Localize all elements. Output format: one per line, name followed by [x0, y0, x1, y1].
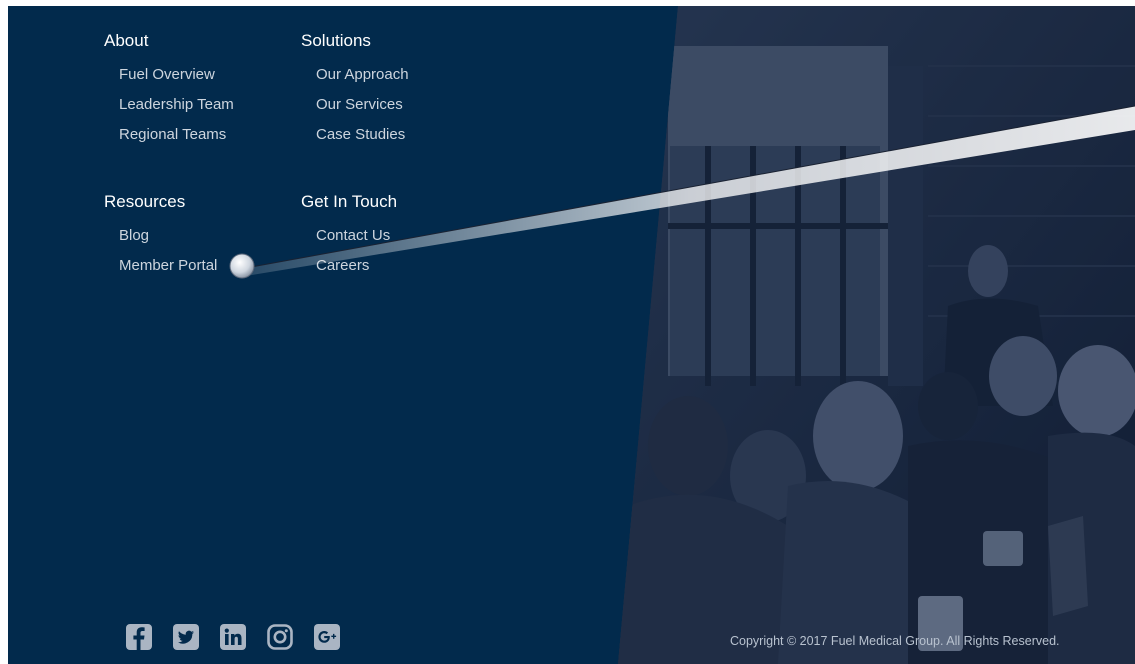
- link-our-services[interactable]: Our Services: [301, 95, 409, 125]
- footer-link-list: Contact Us Careers: [301, 226, 397, 286]
- link-blog[interactable]: Blog: [104, 226, 217, 256]
- footer-column-get-in-touch: Get In Touch Contact Us Careers: [301, 192, 397, 286]
- twitter-icon[interactable]: [173, 624, 199, 650]
- column-heading-resources: Resources: [104, 192, 186, 211]
- linkedin-icon[interactable]: [220, 624, 246, 650]
- copyright-text: Copyright © 2017 Fuel Medical Group. All…: [730, 634, 1060, 648]
- link-leadership-team[interactable]: Leadership Team: [104, 95, 234, 125]
- footer-column-about: About Fuel Overview Leadership Team Regi…: [104, 31, 234, 155]
- footer-link-list: Blog Member Portal: [104, 226, 217, 286]
- footer-link-list: Fuel Overview Leadership Team Regional T…: [104, 65, 234, 155]
- instagram-icon[interactable]: [267, 624, 293, 650]
- site-footer: About Fuel Overview Leadership Team Regi…: [8, 6, 1135, 664]
- footer-column-resources: Resources Blog Member Portal: [104, 192, 217, 286]
- link-regional-teams[interactable]: Regional Teams: [104, 125, 234, 155]
- link-careers[interactable]: Careers: [301, 256, 397, 286]
- link-member-portal[interactable]: Member Portal: [104, 256, 217, 286]
- link-our-approach[interactable]: Our Approach: [301, 65, 409, 95]
- link-case-studies[interactable]: Case Studies: [301, 125, 409, 155]
- facebook-icon[interactable]: [126, 624, 152, 650]
- link-contact-us[interactable]: Contact Us: [301, 226, 397, 256]
- link-fuel-overview[interactable]: Fuel Overview: [104, 65, 234, 95]
- footer-column-solutions: Solutions Our Approach Our Services Case…: [301, 31, 409, 155]
- social-links: [126, 624, 361, 650]
- footer-link-list: Our Approach Our Services Case Studies: [301, 65, 409, 155]
- google-plus-icon[interactable]: [314, 624, 340, 650]
- column-heading-get-in-touch: Get In Touch: [301, 192, 398, 211]
- column-heading-solutions: Solutions: [301, 31, 371, 50]
- column-heading-about: About: [104, 31, 149, 50]
